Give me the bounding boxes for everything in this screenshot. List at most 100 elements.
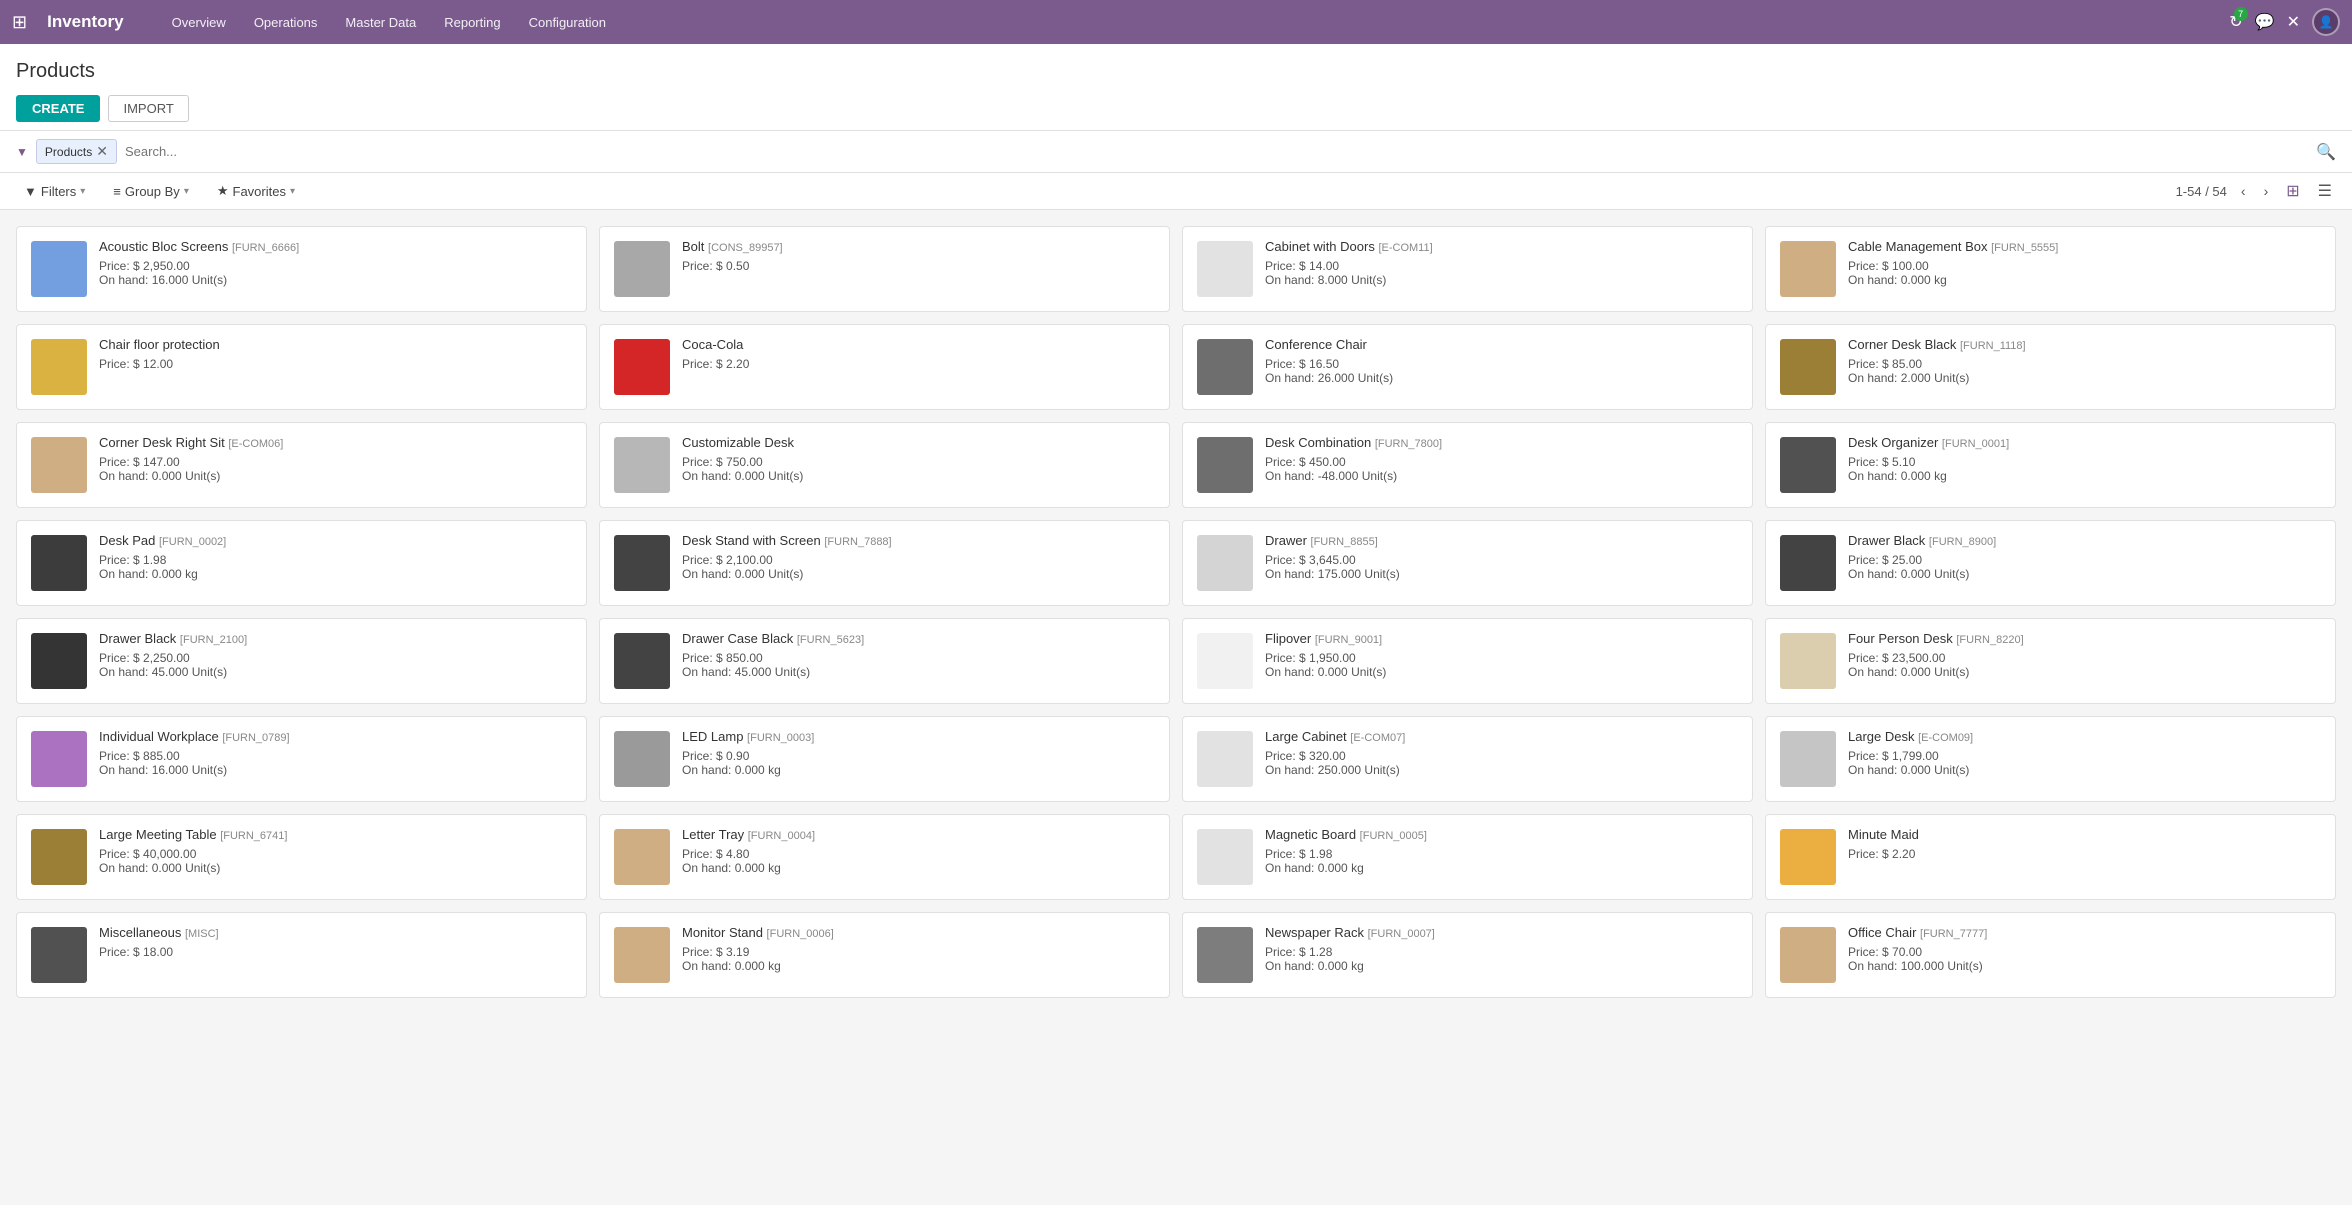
product-stock: On hand: 0.000 Unit(s) [99,861,574,875]
product-name: Desk Stand with Screen [FURN_7888] [682,533,1157,550]
product-card[interactable]: Magnetic Board [FURN_0005]Price: $ 1.98O… [1182,814,1753,900]
prev-page-button[interactable]: ‹ [2237,181,2250,201]
products-container: Acoustic Bloc Screens [FURN_6666]Price: … [0,210,2352,1014]
product-price: Price: $ 3.19 [682,945,1157,959]
product-price: Price: $ 40,000.00 [99,847,574,861]
product-card[interactable]: Conference ChairPrice: $ 16.50On hand: 2… [1182,324,1753,410]
nav-reporting[interactable]: Reporting [432,9,512,36]
product-info: Office Chair [FURN_7777]Price: $ 70.00On… [1848,925,2323,973]
product-name: Chair floor protection [99,337,574,354]
product-card[interactable]: Large Desk [E-COM09]Price: $ 1,799.00On … [1765,716,2336,802]
refresh-icon[interactable]: ↻ 7 [2229,12,2242,32]
product-card[interactable]: Customizable DeskPrice: $ 750.00On hand:… [599,422,1170,508]
product-card[interactable]: Desk Combination [FURN_7800]Price: $ 450… [1182,422,1753,508]
product-card[interactable]: Newspaper Rack [FURN_0007]Price: $ 1.28O… [1182,912,1753,998]
search-input[interactable] [125,144,2308,159]
product-price: Price: $ 2,100.00 [682,553,1157,567]
product-card[interactable]: Drawer Black [FURN_2100]Price: $ 2,250.0… [16,618,587,704]
product-card[interactable]: Desk Stand with Screen [FURN_7888] Price:… [599,520,1170,606]
product-info: Desk Organizer [FURN_0001]Price: $ 5.10O… [1848,435,2323,483]
product-card[interactable]: Corner Desk Right Sit [E-COM06]Price: $ … [16,422,587,508]
import-button[interactable]: IMPORT [108,95,188,122]
product-card[interactable]: Flipover [FURN_9001]Price: $ 1,950.00On … [1182,618,1753,704]
product-card[interactable]: Coca-ColaPrice: $ 2.20 [599,324,1170,410]
product-stock: On hand: 100.000 Unit(s) [1848,959,2323,973]
nav-configuration[interactable]: Configuration [517,9,618,36]
product-card[interactable]: Drawer [FURN_8855]Price: $ 3,645.00On ha… [1182,520,1753,606]
product-info: Large Desk [E-COM09]Price: $ 1,799.00On … [1848,729,2323,777]
product-price: Price: $ 1.98 [1265,847,1740,861]
product-image [29,239,89,299]
product-card[interactable]: Individual Workplace [FURN_0789]Price: $… [16,716,587,802]
search-icon[interactable]: 🔍 [2316,142,2336,162]
product-price: Price: $ 3,645.00 [1265,553,1740,567]
product-info: Drawer [FURN_8855]Price: $ 3,645.00On ha… [1265,533,1740,581]
product-info: Large Cabinet [E-COM07]Price: $ 320.00On… [1265,729,1740,777]
product-name: Cabinet with Doors [E-COM11] [1265,239,1740,256]
product-card[interactable]: Large Meeting Table [FURN_6741]Price: $ … [16,814,587,900]
product-card[interactable]: Bolt [CONS_89957]Price: $ 0.50 [599,226,1170,312]
product-info: Acoustic Bloc Screens [FURN_6666]Price: … [99,239,574,287]
product-info: Cabinet with Doors [E-COM11]Price: $ 14.… [1265,239,1740,287]
favorites-button[interactable]: ★ Favorites ▾ [209,179,303,203]
nav-overview[interactable]: Overview [160,9,238,36]
product-image [612,435,672,495]
product-card[interactable]: Large Cabinet [E-COM07]Price: $ 320.00On… [1182,716,1753,802]
product-stock: On hand: 45.000 Unit(s) [682,665,1157,679]
nav-operations[interactable]: Operations [242,9,330,36]
chat-icon[interactable]: 💬 [2255,12,2275,32]
product-image [29,729,89,789]
product-card[interactable]: Acoustic Bloc Screens [FURN_6666]Price: … [16,226,587,312]
product-info: Monitor Stand [FURN_0006]Price: $ 3.19On… [682,925,1157,973]
avatar[interactable]: 👤 [2312,8,2340,36]
grid-icon[interactable]: ⊞ [12,12,27,33]
close-icon[interactable]: ✕ [2287,12,2300,32]
chevron-down-icon: ▾ [290,186,295,197]
product-name: Corner Desk Right Sit [E-COM06] [99,435,574,452]
product-info: Miscellaneous [MISC]Price: $ 18.00 [99,925,574,959]
product-price: Price: $ 1.98 [99,553,574,567]
product-card[interactable]: Desk Pad [FURN_0002]Price: $ 1.98On hand… [16,520,587,606]
product-stock: On hand: 0.000 Unit(s) [1848,567,2323,581]
product-info: Desk Pad [FURN_0002]Price: $ 1.98On hand… [99,533,574,581]
product-image [612,729,672,789]
search-filter-tag[interactable]: Products ✕ [36,139,117,164]
product-stock: On hand: 0.000 Unit(s) [682,469,1157,483]
product-name: Large Cabinet [E-COM07] [1265,729,1740,746]
product-stock: On hand: 0.000 kg [682,959,1157,973]
filter-tag-label: Products [45,145,92,159]
next-page-button[interactable]: › [2260,181,2273,201]
grid-view-button[interactable]: ⊞ [2282,179,2303,203]
product-card[interactable]: Monitor Stand [FURN_0006]Price: $ 3.19On… [599,912,1170,998]
badge-count: 7 [2234,7,2248,21]
product-card[interactable]: Office Chair [FURN_7777]Price: $ 70.00On… [1765,912,2336,998]
product-card[interactable]: Cabinet with Doors [E-COM11]Price: $ 14.… [1182,226,1753,312]
product-name: Flipover [FURN_9001] [1265,631,1740,648]
product-card[interactable]: Cable Management Box [FURN_5555]Price: $… [1765,226,2336,312]
nav-master-data[interactable]: Master Data [333,9,428,36]
group-by-button[interactable]: ≡ Group By ▾ [105,180,197,203]
product-name: Newspaper Rack [FURN_0007] [1265,925,1740,942]
product-card[interactable]: LED Lamp [FURN_0003]Price: $ 0.90On hand… [599,716,1170,802]
tag-remove-icon[interactable]: ✕ [96,143,108,160]
toolbar-right: 1-54 / 54 ‹ › ⊞ ☰ [2176,179,2336,203]
list-view-button[interactable]: ☰ [2314,179,2336,203]
product-card[interactable]: Minute MaidPrice: $ 2.20 [1765,814,2336,900]
product-card[interactable]: Drawer Black [FURN_8900]Price: $ 25.00On… [1765,520,2336,606]
product-card[interactable]: Drawer Case Black [FURN_5623]Price: $ 85… [599,618,1170,704]
product-stock: On hand: 0.000 Unit(s) [1848,665,2323,679]
product-card[interactable]: Chair floor protectionPrice: $ 12.00 [16,324,587,410]
product-card[interactable]: Four Person Desk [FURN_8220]Price: $ 23,… [1765,618,2336,704]
product-card[interactable]: Miscellaneous [MISC]Price: $ 18.00 [16,912,587,998]
product-card[interactable]: Corner Desk Black [FURN_1118]Price: $ 85… [1765,324,2336,410]
product-image [29,435,89,495]
product-image [1778,239,1838,299]
filters-button[interactable]: ▼ Filters ▾ [16,180,93,203]
product-card[interactable]: Desk Organizer [FURN_0001]Price: $ 5.10O… [1765,422,2336,508]
create-button[interactable]: CREATE [16,95,100,122]
product-card[interactable]: Letter Tray [FURN_0004]Price: $ 4.80On h… [599,814,1170,900]
product-name: Drawer Case Black [FURN_5623] [682,631,1157,648]
product-price: Price: $ 2,250.00 [99,651,574,665]
product-name: Drawer [FURN_8855] [1265,533,1740,550]
product-price: Price: $ 85.00 [1848,357,2323,371]
